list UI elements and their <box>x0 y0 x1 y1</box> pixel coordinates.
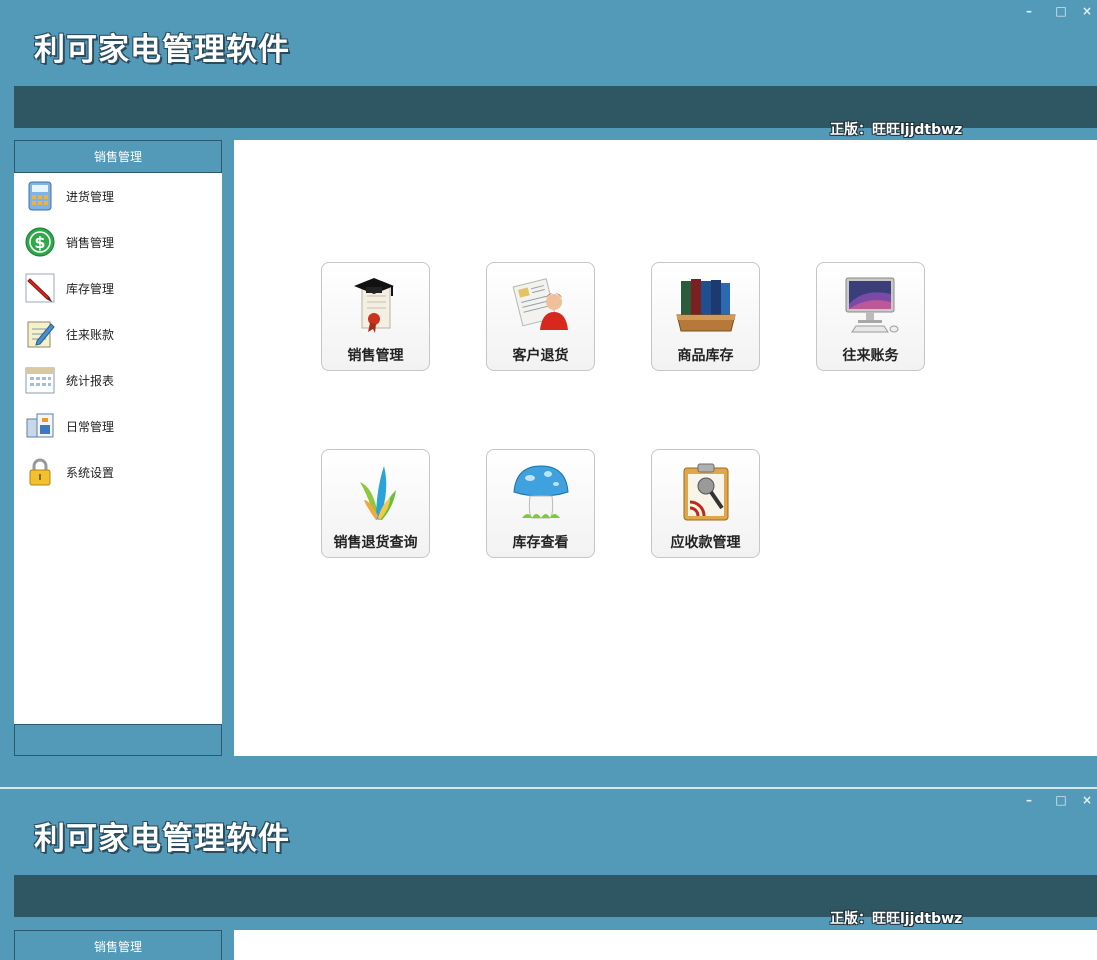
maximize-button[interactable]: □ <box>1045 791 1077 809</box>
tile-label: 商品库存 <box>677 348 734 364</box>
tile-label: 销售退货查询 <box>333 535 418 551</box>
diploma-icon <box>322 271 429 339</box>
second-window: 利可家电管理软件 – □ × 正版：旺旺ljjdtbwz 销售管理 <box>0 789 1097 960</box>
tile-receivables[interactable]: 应收款管理 <box>651 449 760 558</box>
minimize-button[interactable]: – <box>1013 791 1045 809</box>
sidebar-item-label: 进货管理 <box>66 189 115 204</box>
computer-icon <box>817 271 924 339</box>
close-button[interactable]: × <box>1077 791 1097 809</box>
tile-stock-view[interactable]: 库存查看 <box>486 449 595 558</box>
sidebar-item-accounts[interactable]: 往来账款 <box>14 311 222 357</box>
pencil-icon <box>24 272 56 304</box>
sidebar-item-reports[interactable]: 统计报表 <box>14 357 222 403</box>
sidebar-header[interactable]: 销售管理 <box>14 930 222 960</box>
window-controls: – □ × <box>1013 2 1097 20</box>
window-controls: – □ × <box>1013 791 1097 809</box>
sidebar-item-label: 日常管理 <box>66 419 115 434</box>
notepad-icon <box>24 318 56 350</box>
svg-text:$: $ <box>34 233 45 252</box>
tile-label: 销售管理 <box>347 348 404 364</box>
license-text: 正版：旺旺ljjdtbwz <box>830 122 963 138</box>
sidebar-footer <box>14 724 222 756</box>
mushroom-icon <box>487 458 594 526</box>
close-button[interactable]: × <box>1077 2 1097 20</box>
license-text: 正版：旺旺ljjdtbwz <box>830 911 963 927</box>
app-title: 利可家电管理软件 <box>34 821 290 857</box>
sidebar-header[interactable]: 销售管理 <box>14 140 222 173</box>
tile-customer-returns[interactable]: 客户退货 <box>486 262 595 371</box>
maximize-button[interactable]: □ <box>1045 2 1077 20</box>
sidebar: 销售管理 <box>14 930 222 960</box>
plant-icon <box>322 458 429 526</box>
clipboard-icon <box>652 458 759 526</box>
tile-sales-return-query[interactable]: 销售退货查询 <box>321 449 430 558</box>
sidebar-item-sales[interactable]: $ 销售管理 <box>14 219 222 265</box>
calendar-icon <box>24 364 56 396</box>
main-window: 利可家电管理软件 – □ × 正版：旺旺ljjdtbwz 销售管理 进货管理 $… <box>0 0 1097 787</box>
sidebar-item-label: 库存管理 <box>66 281 115 296</box>
dollar-icon: $ <box>24 226 56 258</box>
sidebar-list: 进货管理 $ 销售管理 库存管理 往来账款 统计报表 日常管理 系统设置 <box>14 173 222 495</box>
sidebar-item-inventory[interactable]: 库存管理 <box>14 265 222 311</box>
app-title: 利可家电管理软件 <box>34 32 290 68</box>
sidebar: 销售管理 进货管理 $ 销售管理 库存管理 往来账款 统计报表 日常管理 系统设… <box>14 140 222 756</box>
sidebar-item-purchase[interactable]: 进货管理 <box>14 173 222 219</box>
customer-icon <box>487 271 594 339</box>
sidebar-item-daily[interactable]: 日常管理 <box>14 403 222 449</box>
tile-label: 应收款管理 <box>670 535 741 551</box>
minimize-button[interactable]: – <box>1013 2 1045 20</box>
calculator-icon <box>24 180 56 212</box>
books-icon <box>652 271 759 339</box>
sidebar-item-label: 往来账款 <box>66 327 115 342</box>
sidebar-item-settings[interactable]: 系统设置 <box>14 449 222 495</box>
main-content: 销售管理 客户退货 商品库存 往来账务 销售退货查询 库存查看 应收款管理 <box>234 140 1097 756</box>
sidebar-item-label: 统计报表 <box>66 373 115 388</box>
tile-sales-management[interactable]: 销售管理 <box>321 262 430 371</box>
sidebar-item-label: 系统设置 <box>66 465 115 480</box>
tile-product-stock[interactable]: 商品库存 <box>651 262 760 371</box>
sidebar-item-label: 销售管理 <box>66 235 115 250</box>
main-content <box>234 930 1097 960</box>
tile-label: 库存查看 <box>512 535 569 551</box>
tile-accounts[interactable]: 往来账务 <box>816 262 925 371</box>
tile-label: 客户退货 <box>512 348 569 364</box>
office-icon <box>24 410 56 442</box>
lock-icon <box>24 456 56 488</box>
tile-label: 往来账务 <box>842 348 899 364</box>
